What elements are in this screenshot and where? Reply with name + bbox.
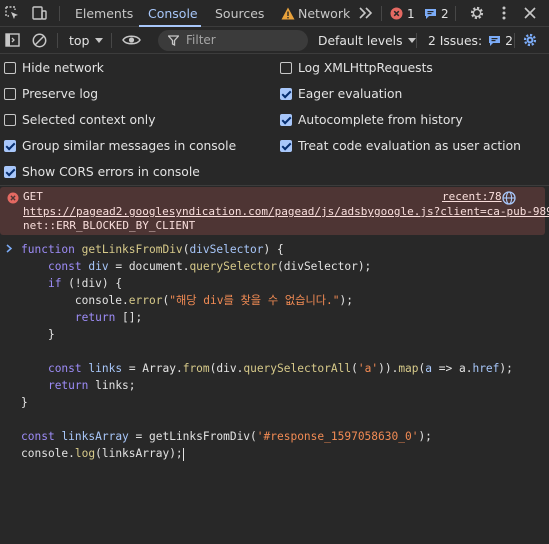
error-method: GET — [23, 190, 43, 203]
group-similar-label: Group similar messages in console — [22, 139, 237, 153]
code-line: return []; — [74, 311, 143, 324]
message-count: 2 — [441, 6, 449, 21]
checkbox-box — [4, 62, 16, 74]
issues-label: 2 Issues: — [428, 33, 483, 48]
warning-icon — [281, 7, 295, 20]
inspect-element-icon[interactable] — [3, 4, 21, 22]
code-line: const links = Array.from(div.querySelect… — [47, 362, 513, 375]
chevron-down-icon — [407, 38, 416, 43]
checkbox-box — [280, 88, 292, 100]
device-toolbar-icon[interactable] — [30, 4, 48, 22]
show-cors-errors-label: Show CORS errors in console — [22, 165, 200, 179]
more-tabs-chevron-icon[interactable] — [357, 4, 375, 22]
checkbox-box — [4, 88, 16, 100]
divider — [514, 33, 515, 48]
error-count-badge[interactable]: 1 — [390, 5, 415, 22]
preserve-log-checkbox[interactable]: Preserve log — [4, 86, 98, 102]
tab-elements[interactable]: Elements — [75, 0, 133, 27]
divider — [111, 33, 112, 48]
autocomplete-history-label: Autocomplete from history — [298, 113, 463, 127]
filter-input[interactable]: Filter — [158, 30, 308, 51]
filter-icon — [168, 35, 179, 46]
tab-sources[interactable]: Sources — [215, 0, 264, 27]
tab-network-label: Network — [298, 6, 351, 21]
hide-network-checkbox[interactable]: Hide network — [4, 60, 104, 76]
code-line: } — [21, 396, 28, 409]
checkbox-box — [4, 140, 16, 152]
checkbox-box — [4, 166, 16, 178]
message-icon — [425, 8, 436, 19]
divider — [59, 6, 60, 21]
eager-evaluation-label: Eager evaluation — [298, 87, 403, 101]
filter-placeholder: Filter — [186, 33, 216, 47]
checkbox-box — [280, 114, 292, 126]
code-line: return links; — [47, 379, 136, 392]
close-icon[interactable] — [521, 4, 539, 22]
devtools-tabbar: Elements Console Sources Network 1 2 — [0, 0, 549, 27]
code-line: console.log(linksArray); — [21, 447, 184, 461]
message-icon — [489, 35, 501, 46]
eager-evaluation-checkbox[interactable]: Eager evaluation — [280, 86, 402, 102]
console-settings-panel: Hide network Preserve log Selected conte… — [0, 55, 549, 186]
hide-network-label: Hide network — [22, 61, 104, 75]
log-xmlhttprequests-checkbox[interactable]: Log XMLHttpRequests — [280, 60, 433, 76]
console-settings-gear-icon[interactable] — [521, 31, 539, 49]
error-icon — [7, 192, 19, 204]
show-sidebar-icon[interactable] — [3, 31, 21, 49]
clear-console-icon[interactable] — [30, 31, 48, 49]
log-levels-dropdown[interactable]: Default levels — [318, 32, 416, 49]
context-selector-label: top — [69, 33, 90, 48]
tab-console[interactable]: Console — [139, 0, 201, 27]
error-text: net::ERR_BLOCKED_BY_CLIENT — [23, 219, 196, 232]
autocomplete-history-checkbox[interactable]: Autocomplete from history — [280, 112, 463, 128]
issues-count: 2 — [505, 33, 513, 48]
text-cursor — [182, 447, 184, 461]
code-line: const div = document.querySelector(divSe… — [47, 260, 372, 273]
error-source-link[interactable]: recent:78 — [442, 190, 502, 203]
divider — [455, 6, 456, 21]
group-similar-checkbox[interactable]: Group similar messages in console — [4, 138, 236, 154]
divider — [416, 33, 417, 48]
message-count-badge[interactable]: 2 — [424, 5, 449, 22]
code-line: } — [21, 328, 55, 341]
issues-button[interactable]: 2 Issues: 2 — [428, 32, 513, 49]
globe-icon[interactable] — [502, 191, 516, 205]
treat-as-user-action-checkbox[interactable]: Treat code evaluation as user action — [280, 138, 521, 154]
code-line: const linksArray = getLinksFromDiv('#res… — [21, 430, 432, 443]
live-expression-eye-icon[interactable] — [121, 31, 141, 49]
divider — [381, 6, 382, 21]
checkbox-box — [4, 114, 16, 126]
log-xmlhttprequests-label: Log XMLHttpRequests — [298, 61, 433, 75]
settings-gear-icon[interactable] — [468, 4, 486, 22]
chevron-down-icon — [95, 38, 104, 43]
error-count: 1 — [407, 6, 415, 21]
divider — [57, 33, 58, 48]
selected-context-only-label: Selected context only — [22, 113, 156, 127]
error-url-link[interactable]: https://pagead2.googlesyndication.com/pa… — [23, 205, 549, 218]
tab-network[interactable]: Network — [281, 0, 350, 27]
context-selector[interactable]: top — [69, 32, 104, 49]
code-line: console.error("해당 div를 찾을 수 없습니다."); — [21, 294, 353, 307]
prompt-chevron-icon — [6, 244, 13, 253]
checkbox-box — [280, 62, 292, 74]
console-toolbar: top Filter Default levels 2 Issues: 2 — [0, 27, 549, 54]
error-icon — [390, 7, 403, 20]
preserve-log-label: Preserve log — [22, 87, 99, 101]
code-line: function getLinksFromDiv(divSelector) { — [21, 243, 284, 256]
more-options-icon[interactable] — [495, 4, 513, 22]
code-line: if (!div) { — [47, 277, 123, 290]
treat-as-user-action-label: Treat code evaluation as user action — [298, 139, 521, 153]
checkbox-box — [280, 140, 292, 152]
log-levels-label: Default levels — [318, 33, 403, 48]
selected-context-only-checkbox[interactable]: Selected context only — [4, 112, 155, 128]
show-cors-errors-checkbox[interactable]: Show CORS errors in console — [4, 164, 200, 180]
console-error-message: GET recent:78 https://pagead2.googlesynd… — [0, 187, 549, 235]
